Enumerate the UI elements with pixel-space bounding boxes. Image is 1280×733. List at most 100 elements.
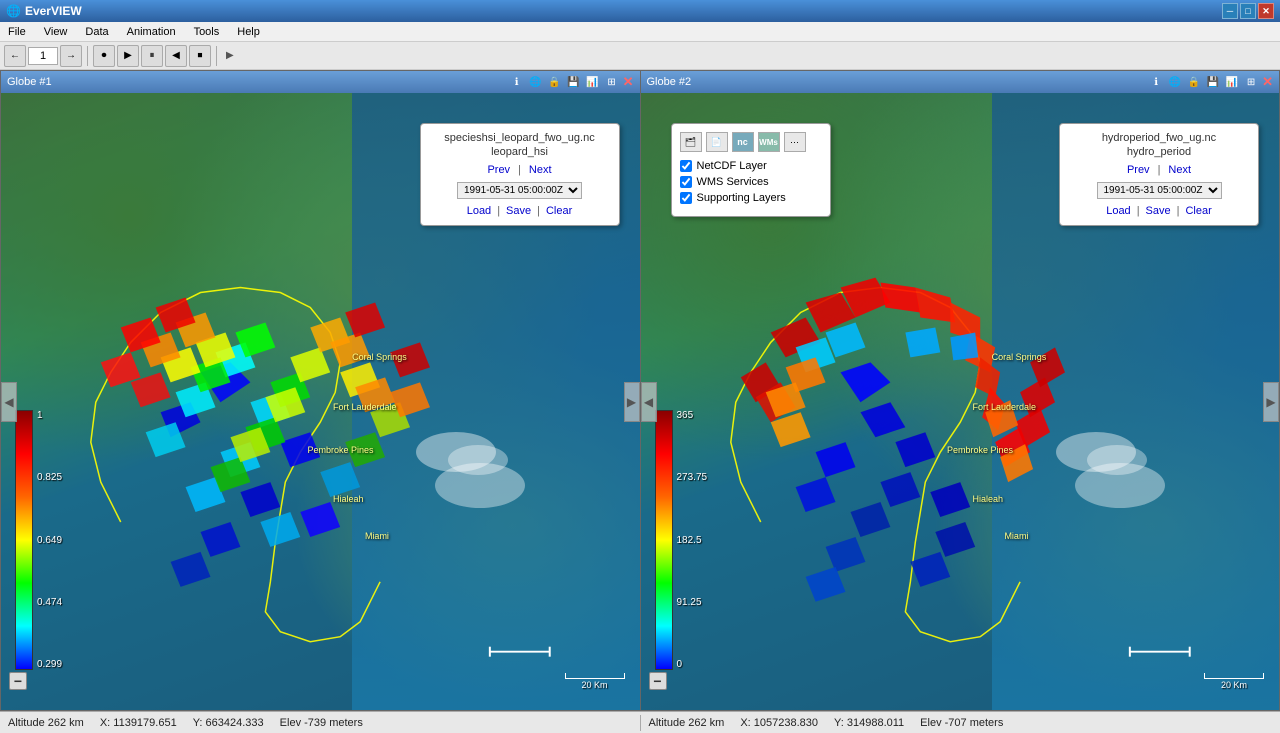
globe2-popup-prev[interactable]: Prev xyxy=(1127,164,1150,176)
toolbar-record-btn[interactable]: ⏺ xyxy=(93,45,115,67)
globe2-nav-left[interactable]: ◀ xyxy=(641,382,657,422)
globe1-grid-icon[interactable]: ⊞ xyxy=(604,74,620,90)
minimize-button[interactable]: ─ xyxy=(1222,3,1238,19)
globe2-map[interactable]: Coral Springs Fort Lauderdale Pembroke P… xyxy=(641,93,1280,710)
globe1-lock-icon[interactable]: 🔒 xyxy=(547,74,563,90)
globe2-popup-load[interactable]: Load xyxy=(1106,205,1130,217)
close-button[interactable]: ✕ xyxy=(1258,3,1274,19)
globe2-scale-bar: 20 Km xyxy=(1204,673,1264,690)
globe1-legend-val5: 0.299 xyxy=(37,659,62,670)
menu-file[interactable]: File xyxy=(4,24,30,40)
globe1-popup-datetime: 1991-05-31 05:00:00Z xyxy=(433,182,607,199)
menu-tools[interactable]: Tools xyxy=(190,24,224,40)
globe1-popup-save[interactable]: Save xyxy=(506,205,531,217)
menu-view[interactable]: View xyxy=(40,24,72,40)
globe2-legend-val3: 182.5 xyxy=(677,535,708,546)
title-bar: 🌐 EverVIEW ─ □ ✕ xyxy=(0,0,1280,22)
toolbar-counter[interactable] xyxy=(28,47,58,65)
globe2-layer-panel: 🗂 📄 nc WMs ⋯ NetCDF Layer WMS Services S… xyxy=(671,123,831,217)
globe1-popup-filename: specieshsi_leopard_fwo_ug.nc xyxy=(433,132,607,144)
globe2-layer-btn-3[interactable]: ⋯ xyxy=(784,132,806,152)
globe1-save-icon[interactable]: 💾 xyxy=(566,74,582,90)
toolbar-arrow[interactable]: ▶ xyxy=(222,50,238,61)
globe2-scale-line xyxy=(1204,673,1264,679)
globe2-title: Globe #2 xyxy=(647,76,692,88)
maximize-button[interactable]: □ xyxy=(1240,3,1256,19)
globe2-popup-filename: hydroperiod_fwo_ug.nc xyxy=(1072,132,1246,144)
globe1-status-x: X: 1139179.651 xyxy=(100,717,177,729)
globe2-legend-labels: 365 273.75 182.5 91.25 0 xyxy=(677,410,708,670)
globe2-datetime-select[interactable]: 1991-05-31 05:00:00Z xyxy=(1097,182,1222,199)
toolbar: ← → ⏺ ▶ ⏸ ◀ ⏹ ▶ xyxy=(0,42,1280,70)
globe2-supporting-label: Supporting Layers xyxy=(697,192,786,204)
toolbar-play-btn[interactable]: ▶ xyxy=(117,45,139,67)
globe2-status-y: Y: 314988.011 xyxy=(834,717,904,729)
globe1-web-icon[interactable]: 🌐 xyxy=(528,74,544,90)
globe1-panel: Globe #1 ℹ 🌐 🔒 💾 📊 ⊞ ✕ xyxy=(0,70,641,711)
toolbar-btn-1[interactable]: ← xyxy=(4,45,26,67)
globe1-popup-layer: leopard_hsi xyxy=(433,146,607,158)
globe1-legend-val1: 1 xyxy=(37,410,62,421)
toolbar-stop-btn[interactable]: ◀ xyxy=(165,45,187,67)
globe2-netcdf-checkbox[interactable] xyxy=(680,160,692,172)
globe1-nav-left[interactable]: ◀ xyxy=(1,382,17,422)
globe2-wms-checkbox[interactable] xyxy=(680,176,692,188)
toolbar-btn-2[interactable]: → xyxy=(60,45,82,67)
menu-bar: File View Data Animation Tools Help xyxy=(0,22,1280,42)
globe2-grid-icon[interactable]: ⊞ xyxy=(1243,74,1259,90)
globe2-popup-nav: Prev | Next xyxy=(1072,164,1246,176)
globe1-status-alt: Altitude 262 km xyxy=(8,717,84,729)
globe1-title: Globe #1 xyxy=(7,76,52,88)
globe2-lock-icon[interactable]: 🔒 xyxy=(1186,74,1202,90)
globe2-popup-next[interactable]: Next xyxy=(1168,164,1191,176)
globe1-legend-val3: 0.649 xyxy=(37,535,62,546)
globe1-info-icon[interactable]: ℹ xyxy=(509,74,525,90)
globe2-status-elev: Elev -707 meters xyxy=(920,717,1003,729)
globe2-close-button[interactable]: ✕ xyxy=(1262,74,1273,90)
globe1-legend-labels: 1 0.825 0.649 0.474 0.299 xyxy=(37,410,62,670)
globe1-popup-load[interactable]: Load xyxy=(467,205,491,217)
globe2-zoom-minus[interactable]: − xyxy=(649,672,667,690)
globe1-popup-prev[interactable]: Prev xyxy=(487,164,510,176)
globe2-wms-layer: WMS Services xyxy=(680,176,822,188)
globe2-popup-save[interactable]: Save xyxy=(1146,205,1171,217)
globe1-chart-icon[interactable]: 📊 xyxy=(585,74,601,90)
globe1-popup-clear[interactable]: Clear xyxy=(546,205,572,217)
globe2-nav-right[interactable]: ▶ xyxy=(1263,382,1279,422)
globe2-title-bar: Globe #2 ℹ 🌐 🔒 💾 📊 ⊞ ✕ xyxy=(641,71,1280,93)
menu-help[interactable]: Help xyxy=(233,24,264,40)
globe2-popup-datetime: 1991-05-31 05:00:00Z xyxy=(1072,182,1246,199)
toolbar-pause-btn[interactable]: ⏸ xyxy=(141,45,163,67)
app-icon: 🌐 xyxy=(6,4,21,18)
title-bar-left: 🌐 EverVIEW xyxy=(6,4,82,18)
status-globe1: Altitude 262 km X: 1139179.651 Y: 663424… xyxy=(0,717,640,729)
globe1-zoom-minus[interactable]: − xyxy=(9,672,27,690)
globe2-chart-icon[interactable]: 📊 xyxy=(1224,74,1240,90)
menu-data[interactable]: Data xyxy=(81,24,112,40)
globe2-layer-btn-2[interactable]: 📄 xyxy=(706,132,728,152)
toolbar-sep-1 xyxy=(87,46,88,66)
globe2-info-icon[interactable]: ℹ xyxy=(1148,74,1164,90)
globe2-save-icon[interactable]: 💾 xyxy=(1205,74,1221,90)
globe2-web-icon[interactable]: 🌐 xyxy=(1167,74,1183,90)
globe2-wms-btn[interactable]: WMs xyxy=(758,132,780,152)
globe2-icons: ℹ 🌐 🔒 💾 📊 ⊞ ✕ xyxy=(1148,74,1273,90)
globe2-supporting-checkbox[interactable] xyxy=(680,192,692,204)
globe2-popup-actions: Load | Save | Clear xyxy=(1072,205,1246,217)
globe1-legend-val4: 0.474 xyxy=(37,597,62,608)
globe2-wms-label: WMS Services xyxy=(697,176,769,188)
menu-animation[interactable]: Animation xyxy=(123,24,180,40)
title-bar-buttons: ─ □ ✕ xyxy=(1222,3,1274,19)
globe1-nav-right[interactable]: ▶ xyxy=(624,382,640,422)
globe2-popup-clear[interactable]: Clear xyxy=(1185,205,1211,217)
globe2-layer-btn-1[interactable]: 🗂 xyxy=(680,132,702,152)
globe1-datetime-select[interactable]: 1991-05-31 05:00:00Z xyxy=(457,182,582,199)
toolbar-end-btn[interactable]: ⏹ xyxy=(189,45,211,67)
globe1-scale-line xyxy=(565,673,625,679)
globe1-popup-next[interactable]: Next xyxy=(529,164,552,176)
globe2-nc-btn[interactable]: nc xyxy=(732,132,754,152)
globe1-map[interactable]: Coral Springs Fort Lauderdale Pembroke P… xyxy=(1,93,640,710)
globe1-status-y: Y: 663424.333 xyxy=(193,717,264,729)
globe1-close-button[interactable]: ✕ xyxy=(623,74,634,90)
globe1-legend-val2: 0.825 xyxy=(37,472,62,483)
